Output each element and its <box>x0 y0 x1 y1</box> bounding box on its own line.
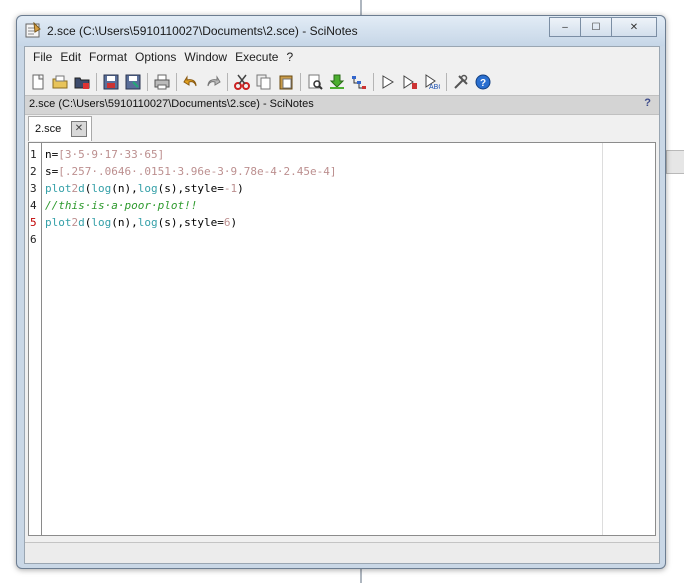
right-margin-guide <box>602 143 603 535</box>
toolbar-separator <box>373 73 374 91</box>
undo-icon[interactable] <box>181 73 200 92</box>
menu-format[interactable]: Format <box>85 50 131 64</box>
client-area: File Edit Format Options Window Execute … <box>24 46 660 564</box>
code-line-5: plot2d(log(n),log(s),style=6) <box>45 216 238 229</box>
code-line-1: n=[3·5·9·17·33·65] <box>45 148 165 161</box>
save-icon[interactable] <box>101 73 120 92</box>
new-file-icon[interactable] <box>28 73 47 92</box>
tab-row: 2.sce ✕ <box>25 114 659 141</box>
code-line-3: plot2d(log(n),log(s),style=-1) <box>45 182 244 195</box>
execute-file-icon[interactable] <box>349 73 368 92</box>
tab-2-sce[interactable]: 2.sce ✕ <box>28 116 92 141</box>
line-number: 3 <box>30 182 37 195</box>
toolbar-separator <box>96 73 97 91</box>
line-number: 2 <box>30 165 37 178</box>
tab-close-icon[interactable]: ✕ <box>71 121 87 137</box>
scinotes-window: 2.sce (C:\Users\5910110027\Documents\2.s… <box>16 15 666 569</box>
toolbar-separator <box>176 73 177 91</box>
menu-help[interactable]: ? <box>282 50 297 64</box>
title-bar[interactable]: 2.sce (C:\Users\5910110027\Documents\2.s… <box>17 16 665 46</box>
copy-icon[interactable] <box>254 73 273 92</box>
preferences-icon[interactable] <box>451 73 470 92</box>
print-icon[interactable] <box>152 73 171 92</box>
help-icon[interactable]: ? <box>473 73 492 92</box>
minimize-button[interactable]: – <box>549 17 581 37</box>
execute-icon[interactable] <box>378 73 397 92</box>
open-file-icon[interactable] <box>50 73 69 92</box>
tab-label: 2.sce <box>35 123 62 135</box>
maximize-button[interactable]: ☐ <box>580 17 612 37</box>
close-button[interactable]: ✕ <box>611 17 657 37</box>
window-title: 2.sce (C:\Users\5910110027\Documents\2.s… <box>47 24 358 38</box>
save-as-icon[interactable] <box>123 73 142 92</box>
paste-icon[interactable] <box>276 73 295 92</box>
scinotes-app-icon <box>25 22 41 38</box>
toolbar-separator <box>446 73 447 91</box>
toolbar-separator <box>147 73 148 91</box>
line-number: 6 <box>30 233 37 246</box>
line-number: 4 <box>30 199 37 212</box>
menu-file[interactable]: File <box>29 50 56 64</box>
svg-text:?: ? <box>480 78 486 89</box>
toolbar: ABC ? <box>25 69 659 95</box>
toolbar-separator <box>227 73 228 91</box>
load-into-scilab-icon[interactable] <box>327 73 346 92</box>
line-number: 1 <box>30 148 37 161</box>
background-divider-top <box>360 0 362 15</box>
cut-icon[interactable] <box>232 73 251 92</box>
open-folder-icon[interactable] <box>72 73 91 92</box>
code-editor[interactable]: 1 2 3 4 5 6 n=[3·5·9·17·33·65] s=[.257·.… <box>28 142 656 536</box>
line-number-gutter: 1 2 3 4 5 6 <box>29 143 42 535</box>
menu-edit[interactable]: Edit <box>56 50 85 64</box>
window-controls: – ☐ ✕ <box>549 17 657 37</box>
find-replace-icon[interactable] <box>305 73 324 92</box>
line-number-modified: 5 <box>30 216 37 229</box>
code-line-2: s=[.257·.0646·.0151·3.96e-3·9.78e-4·2.45… <box>45 165 337 178</box>
toolbar-separator <box>300 73 301 91</box>
code-line-4: //this·is·a·poor·plot!! <box>45 199 198 212</box>
execute-until-icon[interactable] <box>400 73 419 92</box>
menu-bar: File Edit Format Options Window Execute … <box>25 47 659 67</box>
status-bar <box>25 542 659 563</box>
menu-options[interactable]: Options <box>131 50 180 64</box>
document-path-bar: 2.sce (C:\Users\5910110027\Documents\2.s… <box>25 95 659 115</box>
svg-text:ABC: ABC <box>429 84 440 90</box>
execute-selection-icon[interactable]: ABC <box>422 73 441 92</box>
background-window-edge <box>666 150 684 174</box>
menu-window[interactable]: Window <box>180 50 231 64</box>
redo-icon[interactable] <box>203 73 222 92</box>
menu-execute[interactable]: Execute <box>231 50 282 64</box>
document-path: 2.sce (C:\Users\5910110027\Documents\2.s… <box>29 98 314 110</box>
context-help-icon[interactable]: ? <box>644 97 651 109</box>
